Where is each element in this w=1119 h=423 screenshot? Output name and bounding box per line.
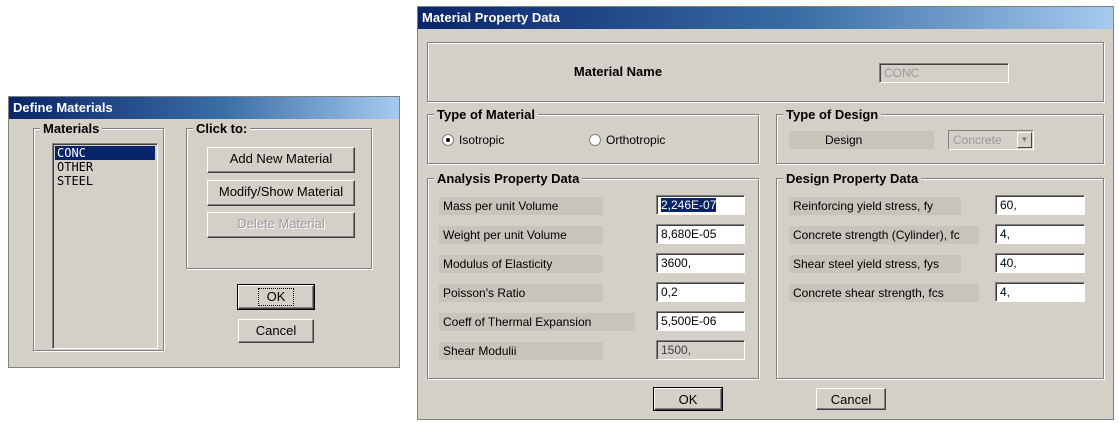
materials-list[interactable]: CONC OTHER STEEL [52, 143, 158, 349]
thermal-field[interactable]: 5,500E-06 [656, 311, 745, 331]
chevron-down-icon[interactable]: ▼ [1017, 132, 1032, 148]
define-materials-dialog: Define Materials Materials CONC OTHER ST… [8, 96, 400, 368]
design-property-label: Design Property Data [783, 171, 922, 186]
design-label: Design [789, 131, 934, 149]
define-materials-ok-button[interactable]: OK [237, 284, 315, 310]
type-of-material-label: Type of Material [434, 107, 539, 122]
elasticity-field[interactable]: 3600, [656, 253, 745, 273]
orthotropic-radio-dot [589, 134, 601, 146]
click-to-label: Click to: [193, 121, 251, 136]
fy-field[interactable]: 60, [995, 195, 1085, 215]
fy-label: Reinforcing yield stress, fy [789, 197, 961, 215]
poisson-label: Poisson's Ratio [439, 284, 603, 302]
add-new-material-button[interactable]: Add New Material [207, 147, 355, 173]
weight-label: Weight per unit Volume [439, 226, 603, 244]
material-item-conc[interactable]: CONC [55, 146, 155, 160]
isotropic-radio-dot [442, 134, 454, 146]
isotropic-radio[interactable]: Isotropic [442, 133, 504, 147]
fys-label: Shear steel yield stress, fys [789, 255, 961, 273]
analysis-property-group: Analysis Property Data Mass per unit Vol… [427, 171, 759, 379]
material-property-cancel-button[interactable]: Cancel [816, 388, 886, 410]
orthotropic-label: Orthotropic [606, 133, 666, 147]
isotropic-label: Isotropic [459, 133, 505, 147]
design-property-group: Design Property Data Reinforcing yield s… [776, 171, 1104, 379]
click-to-group: Click to: Add New Material Modify/Show M… [186, 121, 372, 269]
mass-label: Mass per unit Volume [439, 197, 603, 215]
fc-field[interactable]: 4, [995, 224, 1085, 244]
fys-field[interactable]: 40, [995, 253, 1085, 273]
fcs-field[interactable]: 4, [995, 282, 1085, 302]
material-name-field: CONC [879, 63, 1009, 83]
modify-show-material-button[interactable]: Modify/Show Material [207, 180, 355, 206]
materials-group: Materials CONC OTHER STEEL [33, 121, 164, 351]
mass-field[interactable]: 2,246E-07 [656, 195, 745, 215]
design-select[interactable]: Concrete ▼ [948, 130, 1034, 150]
weight-field[interactable]: 8,680E-05 [656, 224, 745, 244]
define-materials-titlebar: Define Materials [9, 97, 399, 119]
materials-group-label: Materials [40, 121, 103, 136]
analysis-property-label: Analysis Property Data [434, 171, 583, 186]
material-item-steel[interactable]: STEEL [55, 174, 155, 188]
material-property-dialog: Material Property Data Material Name CON… [417, 6, 1114, 420]
material-property-titlebar: Material Property Data [418, 7, 1113, 29]
type-of-material-group: Type of Material Isotropic Orthotropic [427, 107, 759, 164]
orthotropic-radio[interactable]: Orthotropic [589, 133, 665, 147]
thermal-label: Coeff of Thermal Expansion [439, 313, 635, 331]
shear-modulii-field: 1500, [656, 340, 745, 360]
type-of-design-group: Type of Design Design Concrete ▼ [776, 107, 1104, 164]
fcs-label: Concrete shear strength, fcs [789, 284, 979, 302]
material-name-label: Material Name [546, 63, 686, 81]
design-select-value: Concrete [953, 133, 1002, 147]
fc-label: Concrete strength (Cylinder), fc [789, 226, 979, 244]
mass-value: 2,246E-07 [661, 198, 717, 212]
material-property-ok-button[interactable]: OK [653, 387, 723, 411]
define-materials-cancel-button[interactable]: Cancel [238, 319, 314, 343]
material-item-other[interactable]: OTHER [55, 160, 155, 174]
elasticity-label: Modulus of Elasticity [439, 255, 603, 273]
ok-focus-label: OK [257, 288, 295, 306]
delete-material-button[interactable]: Delete Material [207, 212, 355, 238]
type-of-design-label: Type of Design [783, 107, 882, 122]
poisson-field[interactable]: 0,2 [656, 282, 745, 302]
material-name-group: Material Name CONC [427, 42, 1104, 102]
shear-modulii-label: Shear Modulii [439, 342, 603, 360]
